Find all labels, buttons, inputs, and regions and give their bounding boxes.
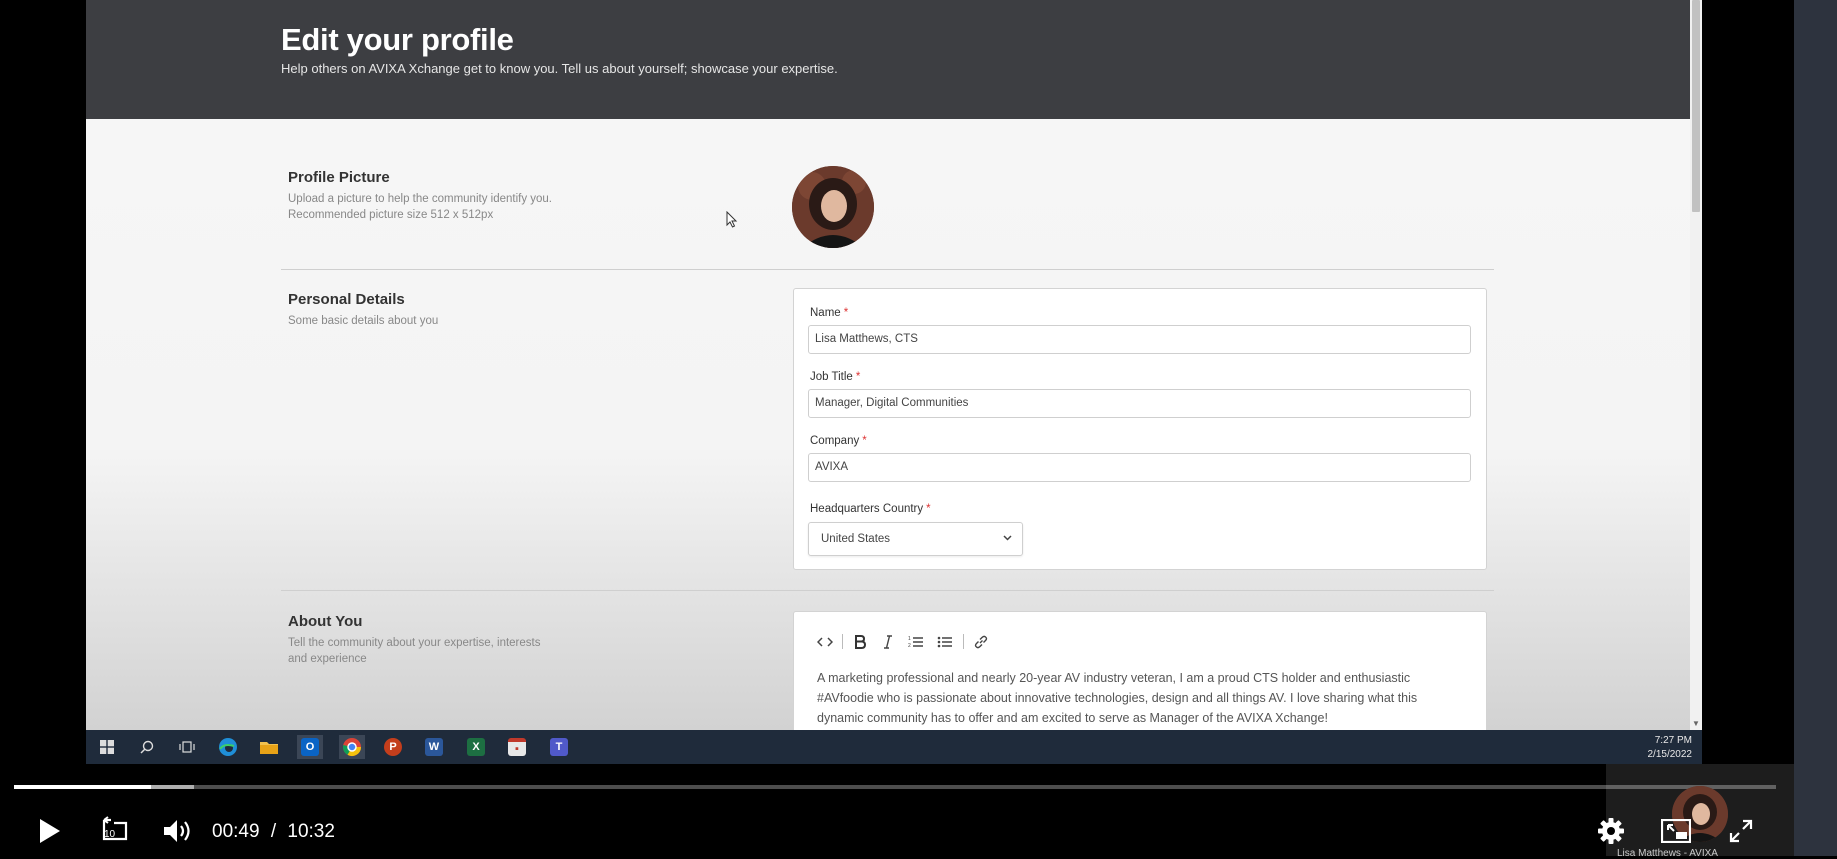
profile-picture-title: Profile Picture — [288, 169, 390, 186]
side-panel-edge — [1794, 0, 1837, 856]
windows-taskbar: O P W X ▪ T 7:27 PM 2/15/2022 — [86, 730, 1702, 764]
clock-time: 7:27 PM — [1654, 735, 1692, 746]
company-field[interactable]: AVIXA — [808, 453, 1471, 482]
job-title-field[interactable]: Manager, Digital Communities — [808, 389, 1471, 418]
page-subtitle: Help others on AVIXA Xchange get to know… — [281, 61, 838, 76]
screen-share: Edit your profile Help others on AVIXA X… — [86, 0, 1702, 764]
task-view-icon[interactable] — [174, 735, 200, 759]
about-you-description: Tell the community about your expertise,… — [288, 637, 541, 665]
profile-picture-description: Upload a picture to help the community i… — [288, 193, 553, 221]
profile-form: Profile Picture Upload a picture to help… — [86, 119, 1690, 753]
search-icon[interactable] — [134, 735, 160, 759]
excel-icon[interactable]: X — [463, 735, 489, 759]
gear-icon — [1598, 818, 1624, 844]
page-scrollbar[interactable]: ▼ — [1690, 0, 1702, 730]
play-icon — [40, 819, 60, 843]
fullscreen-icon — [1729, 819, 1753, 843]
about-you-text[interactable]: A marketing professional and nearly 20-y… — [817, 668, 1467, 728]
picture-in-picture-icon — [1661, 819, 1691, 843]
job-title-label: Job Title * — [810, 371, 861, 383]
presenter-name: Lisa Matthews - AVIXA — [1617, 848, 1718, 859]
bold-icon[interactable] — [852, 632, 868, 652]
personal-details-card: Name * Lisa Matthews, CTS Job Title * Mana… — [793, 288, 1487, 570]
volume-button[interactable] — [161, 814, 195, 848]
current-time: 00:49 — [212, 821, 260, 842]
hq-country-label: Headquarters Country * — [810, 503, 931, 515]
required-marker: * — [862, 435, 867, 447]
powerpoint-icon[interactable]: P — [380, 735, 406, 759]
play-button[interactable] — [34, 814, 64, 848]
numbered-list-icon[interactable]: 12 — [907, 632, 925, 652]
rewind-seconds: 10 — [104, 829, 116, 840]
svg-text:2: 2 — [908, 643, 911, 649]
word-icon[interactable]: W — [421, 735, 447, 759]
page-title: Edit your profile — [281, 22, 514, 57]
fullscreen-button[interactable] — [1726, 817, 1756, 845]
video-player-controls: 10 00:49 / 10:32 Lisa Matthews - AVIXA — [0, 764, 1837, 859]
company-label: Company * — [810, 435, 867, 447]
personal-details-description: Some basic details about you — [288, 315, 439, 327]
progress-bar[interactable] — [14, 785, 1776, 789]
name-label: Name * — [810, 307, 849, 319]
code-icon[interactable] — [816, 632, 834, 652]
settings-button[interactable] — [1596, 816, 1626, 846]
outlook-icon[interactable]: O — [297, 735, 323, 759]
teams-icon[interactable]: T — [546, 735, 572, 759]
page-header: Edit your profile Help others on AVIXA X… — [86, 0, 1690, 119]
link-icon[interactable] — [972, 632, 990, 652]
picture-in-picture-button[interactable] — [1660, 817, 1692, 845]
edge-icon[interactable] — [215, 735, 241, 759]
italic-icon[interactable] — [880, 632, 896, 652]
calendar-app-icon[interactable]: ▪ — [504, 735, 530, 759]
scroll-down-arrow-icon[interactable]: ▼ — [1692, 719, 1700, 728]
clock-date: 2/15/2022 — [1647, 749, 1693, 760]
time-separator: / — [270, 821, 277, 842]
name-field[interactable]: Lisa Matthews, CTS — [808, 325, 1471, 354]
section-divider — [281, 269, 1494, 270]
duration: 10:32 — [287, 821, 335, 842]
rewind-10-button[interactable]: 10 — [96, 813, 130, 847]
file-explorer-icon[interactable] — [256, 735, 282, 759]
scrollbar-thumb[interactable] — [1692, 0, 1700, 212]
about-you-title: About You — [288, 613, 363, 630]
avatar-photo — [792, 166, 874, 248]
required-marker: * — [843, 307, 849, 319]
time-display: 00:49 / 10:32 — [212, 821, 335, 843]
section-divider — [281, 590, 1494, 591]
chrome-icon[interactable] — [339, 735, 365, 759]
system-clock[interactable]: 7:27 PM 2/15/2022 — [1648, 734, 1693, 762]
personal-details-title: Personal Details — [288, 291, 405, 308]
mouse-cursor-icon — [726, 211, 738, 228]
toolbar-separator — [963, 634, 964, 649]
volume-icon — [164, 820, 190, 842]
chevron-down-icon — [1003, 535, 1012, 541]
bulleted-list-icon[interactable] — [936, 632, 954, 652]
toolbar-separator — [842, 634, 843, 649]
svg-text:1: 1 — [908, 636, 911, 642]
hq-country-value: United States — [821, 533, 891, 545]
windows-start-icon[interactable] — [94, 735, 120, 759]
hq-country-select[interactable]: United States — [808, 522, 1023, 556]
profile-avatar[interactable] — [792, 166, 874, 248]
required-marker: * — [855, 371, 861, 383]
progress-played — [14, 785, 152, 789]
required-marker: * — [926, 503, 931, 515]
